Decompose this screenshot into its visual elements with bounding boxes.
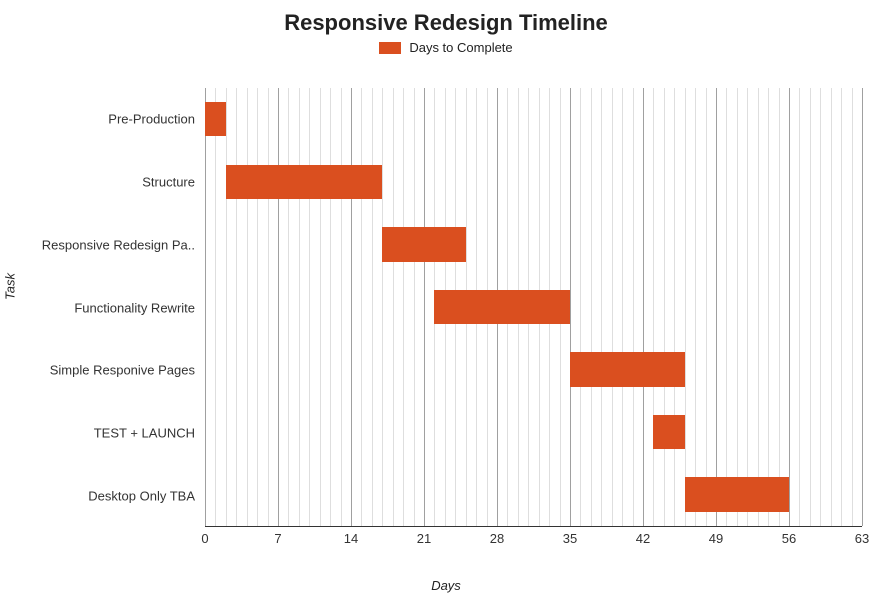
chart-legend: Days to Complete [0, 40, 892, 57]
gantt-bar [382, 227, 465, 261]
x-tick: 14 [344, 531, 358, 546]
bars-layer [205, 88, 862, 526]
gantt-bar [434, 290, 570, 324]
y-tick-label: Structure [142, 175, 195, 190]
y-tick-label: Desktop Only TBA [88, 488, 195, 503]
chart-title: Responsive Redesign Timeline [0, 10, 892, 36]
x-tick: 7 [274, 531, 281, 546]
x-tick: 63 [855, 531, 869, 546]
gridline-major [862, 88, 863, 526]
chart-row [205, 463, 862, 526]
x-tick: 21 [417, 531, 431, 546]
plot-area [205, 88, 862, 527]
gantt-bar [205, 102, 226, 136]
gantt-bar [653, 415, 684, 449]
chart-row [205, 88, 862, 151]
gantt-bar [570, 352, 685, 386]
x-tick: 28 [490, 531, 504, 546]
legend-label: Days to Complete [409, 40, 512, 55]
gantt-chart: Responsive Redesign Timeline Days to Com… [0, 0, 892, 599]
chart-row [205, 401, 862, 464]
y-tick-label: TEST + LAUNCH [94, 425, 195, 440]
y-tick-label: Simple Responive Pages [50, 363, 195, 378]
y-tick-label: Functionality Rewrite [74, 300, 195, 315]
gantt-bar [226, 165, 382, 199]
y-tick-labels: Pre-Production Structure Responsive Redesi… [0, 88, 195, 527]
chart-row [205, 213, 862, 276]
chart-row [205, 151, 862, 214]
x-axis-label: Days [0, 578, 892, 593]
x-tick: 56 [782, 531, 796, 546]
y-tick-label: Responsive Redesign Pa.. [42, 237, 195, 252]
x-ticks: 071421283542495663 [205, 531, 862, 551]
chart-row [205, 276, 862, 339]
x-tick: 35 [563, 531, 577, 546]
x-tick: 0 [201, 531, 208, 546]
y-tick-label: Pre-Production [108, 112, 195, 127]
legend-swatch-icon [379, 42, 401, 54]
x-tick: 42 [636, 531, 650, 546]
gantt-bar [685, 477, 789, 511]
x-tick: 49 [709, 531, 723, 546]
chart-row [205, 338, 862, 401]
